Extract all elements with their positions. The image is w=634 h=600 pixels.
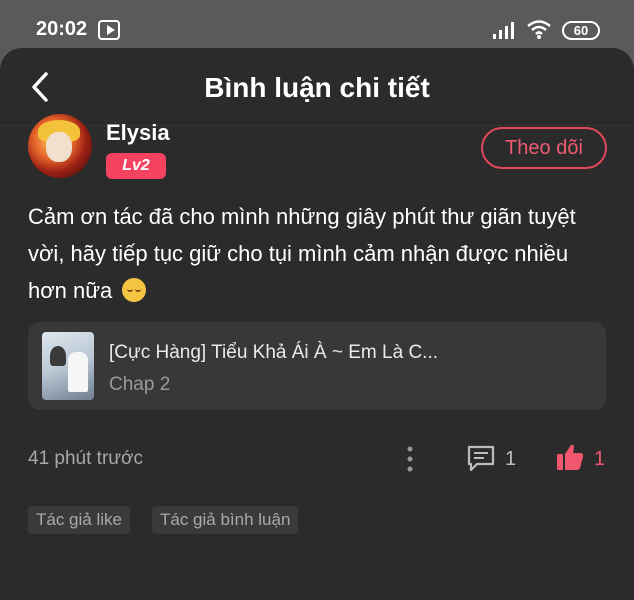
level-badge: Lv2: [106, 153, 166, 179]
tag-author-comment: Tác giả bình luận: [152, 506, 299, 534]
avatar-face: [46, 132, 72, 162]
username[interactable]: Elysia: [106, 120, 170, 146]
comment-text: Cảm ơn tác đã cho mình những giây phút t…: [28, 204, 576, 303]
page-title: Bình luận chi tiết: [204, 72, 430, 103]
chapter-card[interactable]: [Cực Hàng] Tiểu Khả Ái À ~ Em Là C... Ch…: [28, 322, 606, 410]
status-time: 20:02: [36, 18, 88, 40]
follow-button[interactable]: Theo dõi: [481, 127, 607, 169]
app-icon: [98, 20, 120, 40]
more-options-icon[interactable]: [406, 446, 414, 472]
comment-time: 41 phút trước: [28, 448, 143, 469]
like-count: 1: [594, 448, 606, 470]
header: Bình luận chi tiết: [0, 48, 634, 126]
chapter-subtitle: Chap 2: [109, 374, 171, 395]
status-bar: 20:02 60: [0, 0, 634, 52]
chapter-title: [Cực Hàng] Tiểu Khả Ái À ~ Em Là C...: [109, 342, 439, 363]
relieved-face-emoji-icon: [122, 278, 147, 302]
avatar[interactable]: [28, 114, 92, 178]
wifi-icon: [527, 20, 551, 39]
thumbs-up-icon[interactable]: [555, 442, 585, 472]
comment-count: 1: [505, 448, 517, 470]
battery-icon: 60: [562, 21, 600, 40]
tag-author-like: Tác giả like: [28, 506, 130, 534]
comment-body: Cảm ơn tác đã cho mình những giây phút t…: [28, 198, 608, 309]
comment-icon[interactable]: [466, 444, 496, 472]
signal-icon: [493, 22, 514, 39]
chapter-thumbnail: [42, 332, 94, 400]
